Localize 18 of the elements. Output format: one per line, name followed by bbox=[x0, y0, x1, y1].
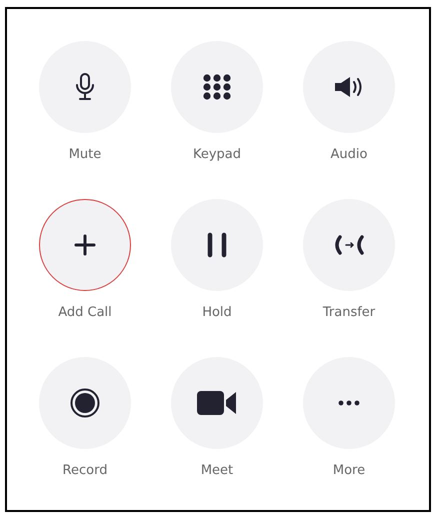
button-label: Transfer bbox=[322, 304, 376, 321]
button-label: Keypad bbox=[192, 146, 242, 163]
speaker-icon bbox=[334, 76, 364, 98]
button-label: More bbox=[332, 462, 366, 479]
button-label: Record bbox=[62, 462, 108, 479]
transfer-icon bbox=[332, 234, 366, 256]
button-label: Mute bbox=[68, 146, 102, 163]
video-camera-icon bbox=[197, 391, 237, 415]
button-label: Meet bbox=[200, 462, 234, 479]
button-label: Audio bbox=[330, 146, 368, 163]
record-icon bbox=[70, 388, 100, 418]
keypad-icon bbox=[203, 74, 231, 100]
button-label: Add Call bbox=[58, 304, 112, 321]
plus-icon bbox=[74, 234, 96, 256]
button-label: Hold bbox=[202, 304, 232, 321]
more-icon bbox=[338, 400, 360, 406]
pause-icon bbox=[207, 232, 227, 258]
microphone-icon bbox=[76, 73, 94, 101]
